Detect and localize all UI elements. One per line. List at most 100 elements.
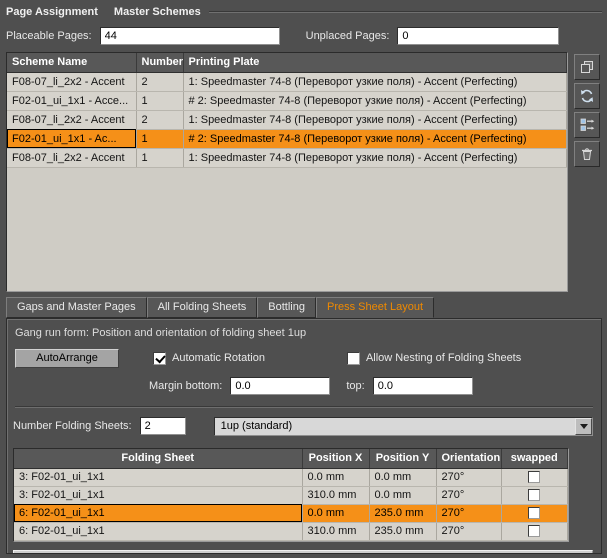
position-x-cell: 0.0 mm	[302, 468, 370, 487]
refresh-button[interactable]	[574, 83, 600, 109]
swapped-checkbox[interactable]	[528, 507, 541, 520]
folding-row[interactable]: 6: F02-01_ui_1x1 310.0 mm 235.0 mm 270°	[14, 522, 568, 541]
tab-bottling[interactable]: Bottling	[257, 297, 316, 318]
folding-type-dropdown[interactable]: 1up (standard)	[213, 416, 593, 436]
position-y-cell: 0.0 mm	[369, 486, 437, 505]
col-position-x[interactable]: Position X	[302, 449, 370, 469]
scheme-plate-cell: 1: Speedmaster 74-8 (Переворот узкие пол…	[183, 110, 567, 130]
master-schemes-header[interactable]: Master Schemes	[114, 6, 201, 18]
assign-icon	[579, 117, 595, 133]
orientation-cell: 270°	[436, 468, 502, 487]
duplicate-icon	[579, 59, 595, 75]
automatic-rotation-group: Automatic Rotation	[153, 351, 265, 365]
position-y-cell: 235.0 mm	[369, 522, 437, 541]
scheme-number-cell: 1	[136, 148, 184, 168]
orientation-cell: 270°	[436, 522, 502, 541]
folding-row-selected[interactable]: 6: F02-01_ui_1x1 0.0 mm 235.0 mm 270°	[14, 504, 568, 523]
orientation-cell: 270°	[436, 504, 502, 523]
margin-top-label: top:	[346, 380, 365, 392]
unplaced-pages-label: Unplaced Pages:	[305, 30, 390, 42]
header-divider	[208, 11, 602, 13]
duplicate-button[interactable]	[574, 54, 600, 80]
folding-header-row: Folding Sheet Position X Position Y Orie…	[14, 449, 568, 469]
folding-row[interactable]: 3: F02-01_ui_1x1 0.0 mm 0.0 mm 270°	[14, 468, 568, 487]
position-y-cell: 235.0 mm	[369, 504, 437, 523]
scheme-number-cell: 2	[136, 110, 184, 130]
scheme-name-cell: F02-01_ui_1x1 - Acce...	[7, 91, 137, 111]
scheme-row[interactable]: F08-07_li_2x2 - Accent 2 1: Speedmaster …	[7, 110, 567, 130]
swapped-checkbox[interactable]	[528, 489, 541, 502]
position-x-cell: 310.0 mm	[302, 522, 370, 541]
placeable-pages-input[interactable]	[99, 27, 280, 45]
chevron-down-icon[interactable]	[575, 417, 592, 435]
position-x-cell: 0.0 mm	[302, 504, 370, 523]
page-assignment-panel: Page Assignment Master Schemes Placeable…	[0, 0, 607, 558]
unplaced-pages-input[interactable]	[397, 27, 560, 45]
margins-row: Margin bottom: top:	[149, 376, 595, 396]
col-orientation[interactable]: Orientation	[436, 449, 502, 469]
automatic-rotation-label: Automatic Rotation	[172, 352, 265, 364]
folding-row[interactable]: 3: F02-01_ui_1x1 310.0 mm 0.0 mm 270°	[14, 486, 568, 505]
folding-sheet-cell: 3: F02-01_ui_1x1	[14, 486, 303, 505]
scheme-row-selected[interactable]: F02-01_ui_1x1 - Ac... 1 # 2: Speedmaster…	[7, 129, 567, 149]
swapped-cell	[501, 468, 568, 487]
position-x-cell: 310.0 mm	[302, 486, 370, 505]
folding-sheet-cell: 6: F02-01_ui_1x1	[14, 504, 303, 523]
col-number[interactable]: Number	[136, 53, 184, 73]
scheme-row[interactable]: F02-01_ui_1x1 - Acce... 1 # 2: Speedmast…	[7, 91, 567, 111]
arrange-controls-row: AutoArrange Automatic Rotation Allow Nes…	[13, 348, 595, 368]
folding-type-value: 1up (standard)	[220, 420, 293, 432]
tab-press-sheet-layout[interactable]: Press Sheet Layout	[316, 297, 435, 318]
tab-all-folding-sheets[interactable]: All Folding Sheets	[146, 297, 258, 318]
scheme-number-cell: 1	[136, 129, 184, 149]
swapped-checkbox[interactable]	[528, 471, 541, 484]
page-assignment-header[interactable]: Page Assignment	[6, 6, 98, 18]
allow-nesting-group: Allow Nesting of Folding Sheets	[346, 351, 522, 365]
gang-run-description: Gang run form: Position and orientation …	[15, 327, 307, 339]
assign-button[interactable]	[574, 112, 600, 138]
scheme-toolbar	[572, 52, 602, 292]
scheme-plate-cell: 1: Speedmaster 74-8 (Переворот узкие пол…	[183, 72, 567, 92]
horizontal-scrollbar[interactable]	[13, 549, 593, 553]
allow-nesting-checkbox[interactable]	[346, 351, 360, 365]
scheme-plate-cell: # 2: Speedmaster 74-8 (Переворот узкие п…	[183, 91, 567, 111]
scheme-name-cell: F08-07_li_2x2 - Accent	[7, 148, 137, 168]
scheme-row[interactable]: F08-07_li_2x2 - Accent 2 1: Speedmaster …	[7, 72, 567, 92]
schemes-area: Scheme Name Number Printing Plate F08-07…	[6, 52, 602, 292]
scheme-row[interactable]: F08-07_li_2x2 - Accent 1 1: Speedmaster …	[7, 148, 567, 168]
folding-sheets-table: Folding Sheet Position X Position Y Orie…	[13, 448, 569, 542]
scheme-number-cell: 2	[136, 72, 184, 92]
placeable-pages-label: Placeable Pages:	[6, 30, 92, 42]
schemes-table: Scheme Name Number Printing Plate F08-07…	[6, 52, 568, 292]
scheme-plate-cell: 1: Speedmaster 74-8 (Переворот узкие пол…	[183, 148, 567, 168]
col-swapped[interactable]: swapped	[501, 449, 568, 469]
autoarrange-button[interactable]: AutoArrange	[15, 348, 119, 368]
schemes-header-row: Scheme Name Number Printing Plate	[7, 53, 567, 73]
tab-bar: Gaps and Master Pages All Folding Sheets…	[6, 297, 602, 318]
col-folding-sheet[interactable]: Folding Sheet	[14, 449, 303, 469]
swapped-checkbox[interactable]	[528, 525, 541, 538]
section-header-row: Page Assignment Master Schemes	[6, 4, 602, 20]
allow-nesting-label: Allow Nesting of Folding Sheets	[365, 352, 522, 364]
col-printing-plate[interactable]: Printing Plate	[183, 53, 567, 73]
col-scheme-name[interactable]: Scheme Name	[7, 53, 137, 73]
trash-icon	[579, 146, 595, 162]
refresh-icon	[579, 88, 595, 104]
scheme-name-cell: F08-07_li_2x2 - Accent	[7, 72, 137, 92]
position-y-cell: 0.0 mm	[369, 468, 437, 487]
scheme-name-cell: F08-07_li_2x2 - Accent	[7, 110, 137, 130]
delete-button[interactable]	[574, 141, 600, 167]
orientation-cell: 270°	[436, 486, 502, 505]
number-folding-sheets-input[interactable]	[139, 417, 186, 435]
margin-top-input[interactable]	[372, 377, 473, 395]
margin-bottom-input[interactable]	[230, 377, 331, 395]
scheme-number-cell: 1	[136, 91, 184, 111]
scheme-name-cell: F02-01_ui_1x1 - Ac...	[7, 129, 137, 149]
folding-sheet-cell: 6: F02-01_ui_1x1	[14, 522, 303, 541]
automatic-rotation-checkbox[interactable]	[153, 351, 166, 365]
section-separator	[15, 406, 593, 408]
col-position-y[interactable]: Position Y	[369, 449, 437, 469]
margin-bottom-label: Margin bottom:	[149, 380, 223, 392]
swapped-cell	[501, 522, 568, 541]
tab-gaps-and-master-pages[interactable]: Gaps and Master Pages	[6, 297, 147, 318]
